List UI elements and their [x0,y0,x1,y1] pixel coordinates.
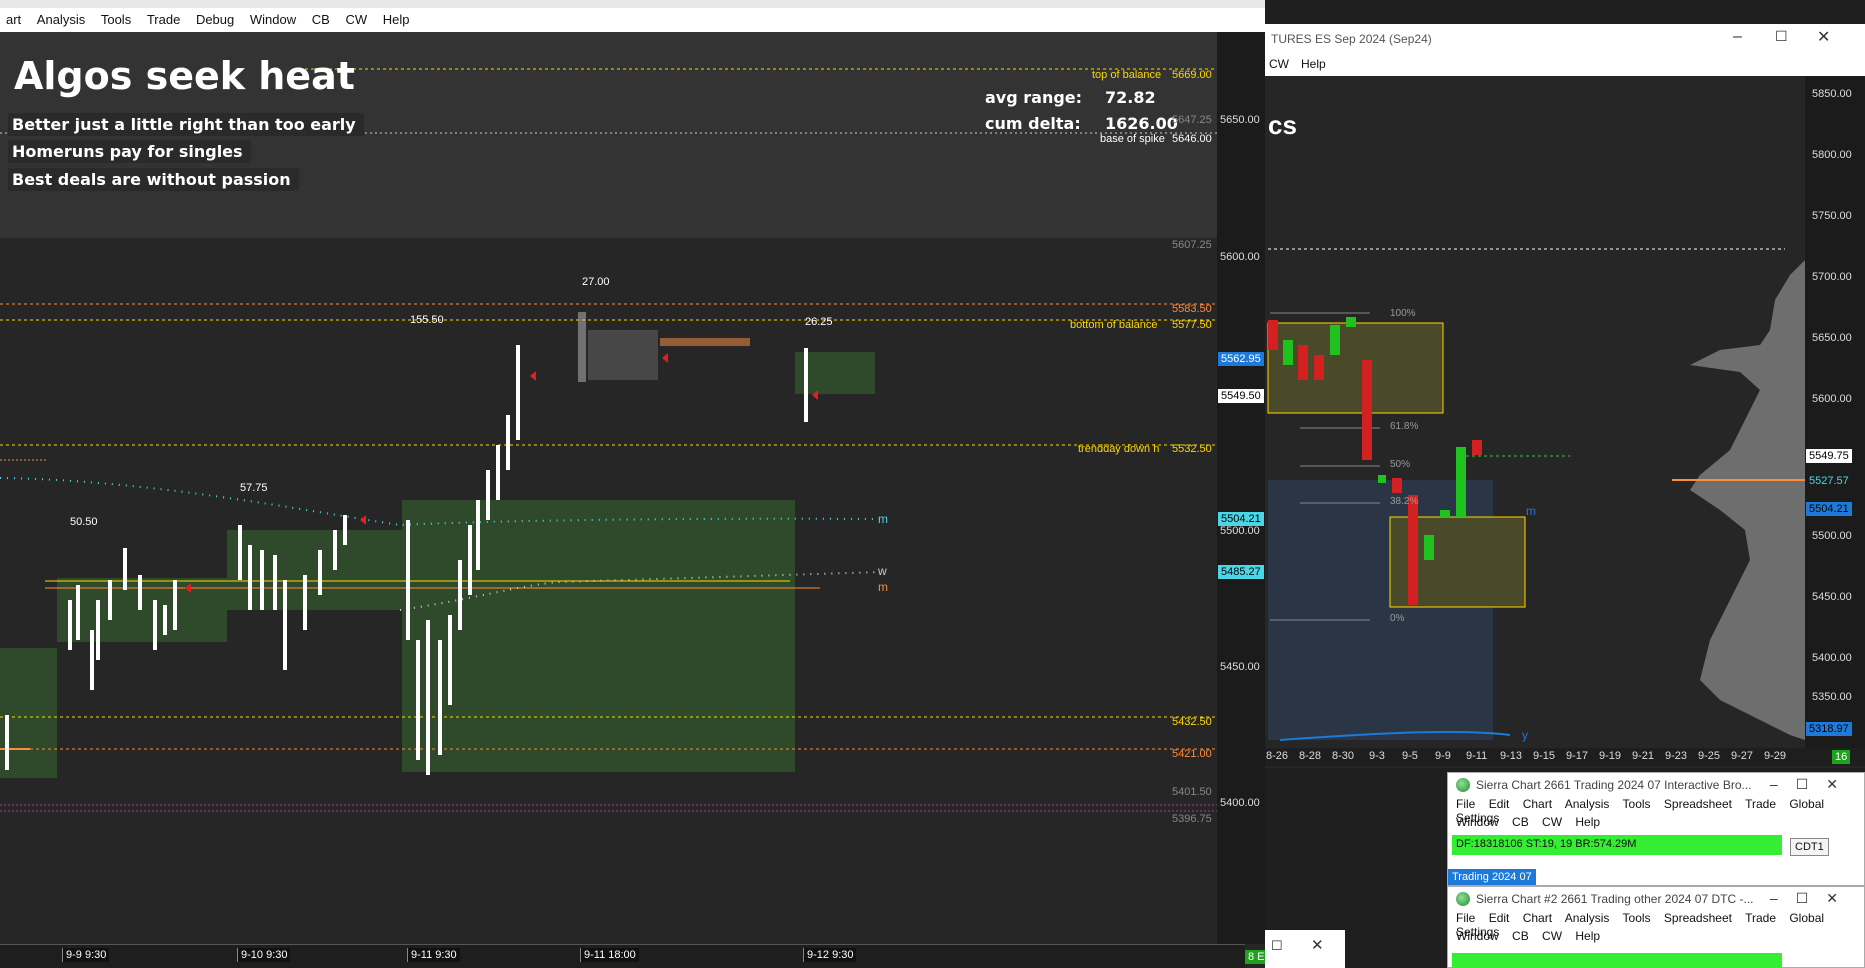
menu-file[interactable]: File [1456,911,1475,925]
sierra-globe-icon [1456,778,1470,792]
fib-label: 38.2% [1390,496,1419,507]
scale-label: 5750.00 [1812,210,1852,222]
menu-help[interactable]: Help [1575,815,1600,829]
time-label: 9-5 [1402,750,1418,762]
time-label: 9-3 [1369,750,1385,762]
sierra-window-1: Sierra Chart 2661 Trading 2024 07 Intera… [1447,772,1865,886]
time-label: 9-25 [1698,750,1721,762]
blue-price-tag: 5504.21 [1806,502,1852,516]
close-icon[interactable]: ✕ [1311,936,1324,954]
fib-label: 100% [1390,308,1416,319]
menu-cw[interactable]: CW [1542,815,1562,829]
right-corner-badge: 16 [1832,750,1851,764]
sierra-window-2-titlebar: Sierra Chart #2 2661 Trading other 2024 … [1448,887,1864,911]
volume-profile [1690,260,1805,740]
time-label: 9-27 [1731,750,1754,762]
time-label: 9-13 [1500,750,1523,762]
fib-label: 0% [1390,613,1405,624]
menu-trade[interactable]: Trade [1745,797,1776,811]
scale-label: 5350.00 [1812,691,1852,703]
time-label: 9-17 [1566,750,1589,762]
fib-label: 61.8% [1390,421,1419,432]
right-price-scale[interactable] [1805,76,1865,748]
menu-tools[interactable]: Tools [1623,797,1651,811]
fib-label: 50% [1390,459,1411,470]
right-partial-title: cs [1268,110,1297,140]
scale-label: 5850.00 [1812,88,1852,100]
scale-label: 5450.00 [1812,591,1852,603]
menu-analysis[interactable]: Analysis [1565,797,1610,811]
scale-label: 5800.00 [1812,149,1852,161]
scale-label: 5500.00 [1812,530,1852,542]
menu-analysis[interactable]: Analysis [1565,911,1610,925]
menu-cb[interactable]: CB [1512,929,1529,943]
right-y-marker: y [1522,728,1528,742]
menu-spreadsheet[interactable]: Spreadsheet [1664,911,1732,925]
sierra-globe-icon [1456,892,1470,906]
menu-cw[interactable]: CW [1542,929,1562,943]
low-price-tag: 5318.97 [1806,722,1852,736]
sierra-window-2-menu-row2: Window CB CW Help [1448,929,1864,947]
window-controls[interactable]: –☐✕ [1770,776,1856,793]
menu-trade[interactable]: Trade [1745,911,1776,925]
scale-label: 5600.00 [1812,393,1852,405]
time-label: 9-11 [1466,750,1488,762]
cdt-button[interactable]: CDT1 [1790,838,1829,856]
time-label: 9-15 [1533,750,1556,762]
time-label: 8-28 [1299,750,1322,762]
menu-spreadsheet[interactable]: Spreadsheet [1664,797,1732,811]
scale-label: 5400.00 [1812,652,1852,664]
sierra-window-1-titlebar: Sierra Chart 2661 Trading 2024 07 Intera… [1448,773,1864,797]
time-label: 9-21 [1632,750,1655,762]
partial-window: ☐ ✕ [1265,930,1345,968]
right-m-marker: m [1526,504,1536,518]
status-bar [1452,953,1782,968]
status-bar: DF:18318106 ST:19, 19 BR:574.29M [1452,835,1782,855]
current-price-tag: 5549.75 [1806,449,1852,463]
scale-label: 5700.00 [1812,271,1852,283]
time-label: 9-23 [1665,750,1688,762]
sierra-window-1-menu: File Edit Chart Analysis Tools Spreadshe… [1448,797,1864,825]
menu-chart[interactable]: Chart [1523,911,1552,925]
time-label: 9-19 [1599,750,1622,762]
maximize-icon[interactable]: ☐ [1271,938,1283,954]
menu-window[interactable]: Window [1456,929,1499,943]
poc-price-tag: 5527.57 [1809,475,1849,487]
menu-edit[interactable]: Edit [1489,911,1510,925]
sierra-window-1-title: Sierra Chart 2661 Trading 2024 07 Intera… [1476,778,1752,792]
scale-label: 5650.00 [1812,332,1852,344]
menu-edit[interactable]: Edit [1489,797,1510,811]
time-label: 9-29 [1764,750,1787,762]
menu-cb[interactable]: CB [1512,815,1529,829]
tab-trading[interactable]: Trading 2024 07 [1448,869,1536,885]
sierra-window-2-menu: File Edit Chart Analysis Tools Spreadshe… [1448,911,1864,939]
window-controls[interactable]: –☐✕ [1770,890,1856,907]
time-label: 8-30 [1332,750,1355,762]
menu-window[interactable]: Window [1456,815,1499,829]
menu-chart[interactable]: Chart [1523,797,1552,811]
menu-tools[interactable]: Tools [1623,911,1651,925]
menu-file[interactable]: File [1456,797,1475,811]
sierra-window-2: Sierra Chart #2 2661 Trading other 2024 … [1447,886,1865,968]
sierra-window-2-title: Sierra Chart #2 2661 Trading other 2024 … [1476,892,1754,906]
menu-help[interactable]: Help [1575,929,1600,943]
time-label: 9-9 [1435,750,1451,762]
time-label: 8-26 [1266,750,1289,762]
balance-box [1267,322,1444,414]
sierra-window-1-menu-row2: Window CB CW Help [1448,815,1864,833]
